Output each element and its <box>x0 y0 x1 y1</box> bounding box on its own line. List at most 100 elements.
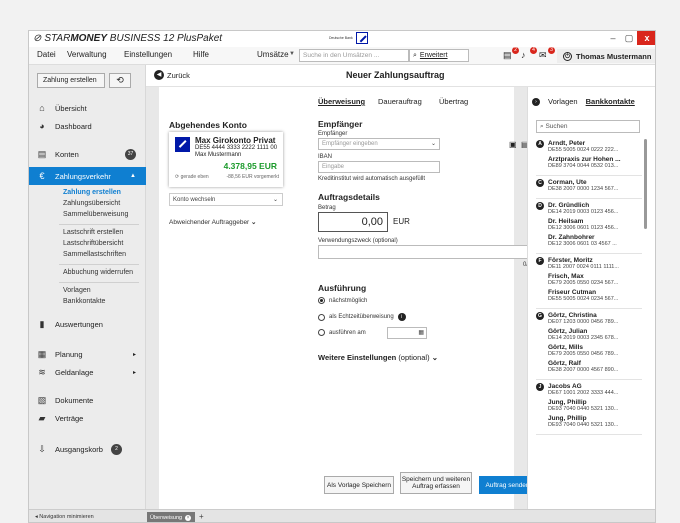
list-item[interactable]: Dr. Zahnbohrer DE12 3006 0601 03 4567 ... <box>536 234 642 247</box>
bank-logo-icon <box>175 137 190 152</box>
sub-abbuchung-widerrufen[interactable]: Abbuchung widerrufen <box>63 269 133 276</box>
tab-uebertrag[interactable]: Übertrag <box>439 97 468 106</box>
nav-uebersicht[interactable]: ⌂ Übersicht <box>29 99 146 117</box>
address-book-icon[interactable]: ▣ <box>509 140 517 149</box>
save-and-more-button[interactable]: Speichern und weiteren Auftrag erfassen <box>400 472 472 494</box>
list-item[interactable]: Görtz, Mills DE79 2005 0550 0456 789... <box>536 344 642 357</box>
list-item[interactable]: Dr. Heilsam DE12 3006 0601 0123 456... <box>536 218 642 231</box>
account-balance: 4.378,95 EUR <box>223 161 277 171</box>
konto-wechseln-select[interactable]: Konto wechseln ⌄ <box>169 193 283 206</box>
list-item[interactable]: Dr. Gründlich DE14 2019 0003 0123 456... <box>536 202 642 215</box>
sub-lastschrift-erstellen[interactable]: Lastschrift erstellen <box>63 229 123 236</box>
exec-option-asap[interactable]: nächstmöglich <box>318 297 367 304</box>
list-item[interactable]: Frisch, Max DE79 2005 0550 0234 567... <box>536 273 642 286</box>
close-button[interactable]: x <box>637 31 655 45</box>
maximize-button[interactable]: ▢ <box>621 33 637 44</box>
list-item[interactable]: Arztpraxis zur Hohen ... DE89 3704 0044 0… <box>536 156 642 169</box>
bank-logo: Deutsche Bank <box>329 32 368 44</box>
abweichender-auftraggeber-toggle[interactable]: Abweichender Auftraggeber ⌄ <box>169 218 257 226</box>
payment-form: Abgehendes Konto Max Girokonto Privat DE… <box>159 87 541 509</box>
nav-auswertungen[interactable]: ▮ Auswertungen <box>29 315 146 333</box>
list-item[interactable]: Förster, Moritz DE11 2007 0024 0111 1111.… <box>536 257 642 270</box>
iban-label: IBAN <box>318 154 333 160</box>
list-item[interactable]: Friseur Cutman DE55 5005 0024 0234 567... <box>536 289 642 302</box>
account-card[interactable]: Max Girokonto Privat DE55 4444 3333 2222… <box>169 132 283 187</box>
menu-einstellungen[interactable]: Einstellungen <box>124 50 172 59</box>
divider <box>59 264 139 265</box>
deutsche-bank-icon <box>355 32 368 44</box>
nav-dashboard[interactable]: ◕ Dashboard <box>29 117 146 135</box>
currency-label: EUR <box>393 217 410 226</box>
list-item[interactable]: Görtz, Ralf DE38 2007 0000 4567 890... <box>536 360 642 373</box>
sub-zahlung-erstellen[interactable]: Zahlung erstellen <box>63 189 121 196</box>
sub-bankkontakte[interactable]: Bankkontakte <box>63 298 105 305</box>
minimize-navigation-button[interactable]: ◂ Navigation minimieren <box>35 514 94 520</box>
exec-option-date[interactable]: ausführen am <box>318 329 366 336</box>
calendar-icon[interactable]: ▦ <box>418 329 424 336</box>
sub-sammellastschriften[interactable]: Sammellastschriften <box>63 251 126 258</box>
mail-icon[interactable]: ✉ 3 <box>539 47 555 60</box>
add-tab-button[interactable]: + <box>199 512 204 521</box>
tab-dauerauftrag[interactable]: Dauerauftrag <box>378 97 422 106</box>
konten-count-badge: 37 <box>125 148 136 160</box>
list-item[interactable]: Corman, Ute DE38 2007 0000 1234 567... <box>536 179 642 192</box>
contacts-search-input[interactable]: ⌕ Suchen <box>536 120 640 133</box>
dropdown-arrow-icon[interactable]: ▼ <box>289 51 295 57</box>
nav-planung[interactable]: ▦ Planung ▸ <box>29 345 146 363</box>
chevron-right-icon: ▸ <box>132 369 136 376</box>
nav-ausgangskorb[interactable]: ⇩ Ausgangskorb 2 <box>29 440 146 458</box>
sub-vorlagen[interactable]: Vorlagen <box>63 287 91 294</box>
menu-datei[interactable]: Datei <box>37 50 56 59</box>
sub-zahlungsuebersicht[interactable]: Zahlungsübersicht <box>63 200 120 207</box>
radio-selected-icon <box>318 297 325 304</box>
exec-date-input[interactable]: ▦ <box>387 327 427 339</box>
contact-group-j: J Jacobs AG DE67 1001 2002 3333 444... Ju… <box>536 380 642 435</box>
list-item[interactable]: Görtz, Julian DE14 2019 0003 2345 678... <box>536 328 642 341</box>
search-extended-button[interactable]: ⌕ Erweitert <box>409 49 469 62</box>
iban-input[interactable]: Eingabe <box>318 161 440 173</box>
tab-bankkontakte[interactable]: Bankkontakte <box>586 97 635 106</box>
nav-vertraege[interactable]: ▰ Verträge <box>29 409 146 427</box>
nav-konten[interactable]: ▤ Konten 37 <box>29 145 146 163</box>
list-item[interactable]: Jung, Phillip DE93 7040 0440 5321 130... <box>536 415 642 428</box>
sub-sammelueberweisung[interactable]: Sammelüberweisung <box>63 211 128 218</box>
chevron-down-icon: ⌄ <box>430 141 436 147</box>
collapse-panel-icon[interactable]: › <box>532 97 540 106</box>
account-name: Max Girokonto Privat <box>195 136 276 145</box>
nav-dokumente[interactable]: ▧ Dokumente <box>29 391 146 409</box>
messages-icon[interactable]: ▤ 2 <box>503 47 519 60</box>
sub-lastschriftuebersicht[interactable]: Lastschriftübersicht <box>63 240 123 247</box>
purpose-input[interactable] <box>318 245 538 259</box>
recipient-input[interactable]: Empfänger eingeben ⌄ <box>318 138 440 150</box>
execution-title: Ausführung <box>318 283 367 293</box>
amount-input[interactable]: 0,00 <box>318 212 388 232</box>
tab-ueberweisung[interactable]: Überweisung <box>318 97 365 106</box>
save-template-button[interactable]: Als Vorlage Speichern <box>324 476 394 494</box>
back-button[interactable]: ◀ Zurück <box>154 70 190 80</box>
close-tab-icon[interactable]: × <box>185 515 192 521</box>
umsaetze-selector[interactable]: Umsätze <box>257 50 289 59</box>
euro-icon: € <box>39 171 45 181</box>
menu-hilfe[interactable]: Hilfe <box>193 50 209 59</box>
info-icon[interactable]: i <box>397 313 406 321</box>
refresh-icon[interactable]: ⟲ <box>109 73 131 88</box>
minimize-button[interactable]: – <box>605 33 621 43</box>
list-item[interactable]: Görtz, Christina DE07 1203 0000 0456 789.… <box>536 312 642 325</box>
nav-zahlungsverkehr[interactable]: € Zahlungsverkehr ▲ <box>29 167 146 185</box>
zahlung-erstellen-button[interactable]: Zahlung erstellen <box>37 73 105 88</box>
tab-vorlagen[interactable]: Vorlagen <box>548 97 578 106</box>
search-input[interactable]: Suche in den Umsätzen ... <box>299 49 409 62</box>
contacts-scrollbar[interactable] <box>644 139 647 229</box>
nav-geldanlage[interactable]: ≋ Geldanlage ▸ <box>29 363 146 381</box>
list-item[interactable]: Jacobs AG DE67 1001 2002 3333 444... <box>536 383 642 396</box>
list-item[interactable]: Jung, Phillip DE93 7040 0440 5321 130... <box>536 399 642 412</box>
notifications-icon[interactable]: ♪ 4 <box>521 47 537 60</box>
open-tab-ueberweisung[interactable]: Überweisung × <box>147 512 195 522</box>
menu-verwaltung[interactable]: Verwaltung <box>67 50 107 59</box>
chevron-down-icon: ⌄ <box>431 353 438 362</box>
list-item[interactable]: Arndt, Peter DE55 5005 0024 0222 222... <box>536 140 642 153</box>
more-settings-toggle[interactable]: Weitere Einstellungen (optional) ⌄ <box>318 353 438 362</box>
exec-option-instant[interactable]: als Echtzeitüberweisung i <box>318 313 406 321</box>
contracts-icon: ▰ <box>38 412 46 423</box>
user-menu[interactable]: ⏻ Thomas Mustermann <box>557 49 655 63</box>
